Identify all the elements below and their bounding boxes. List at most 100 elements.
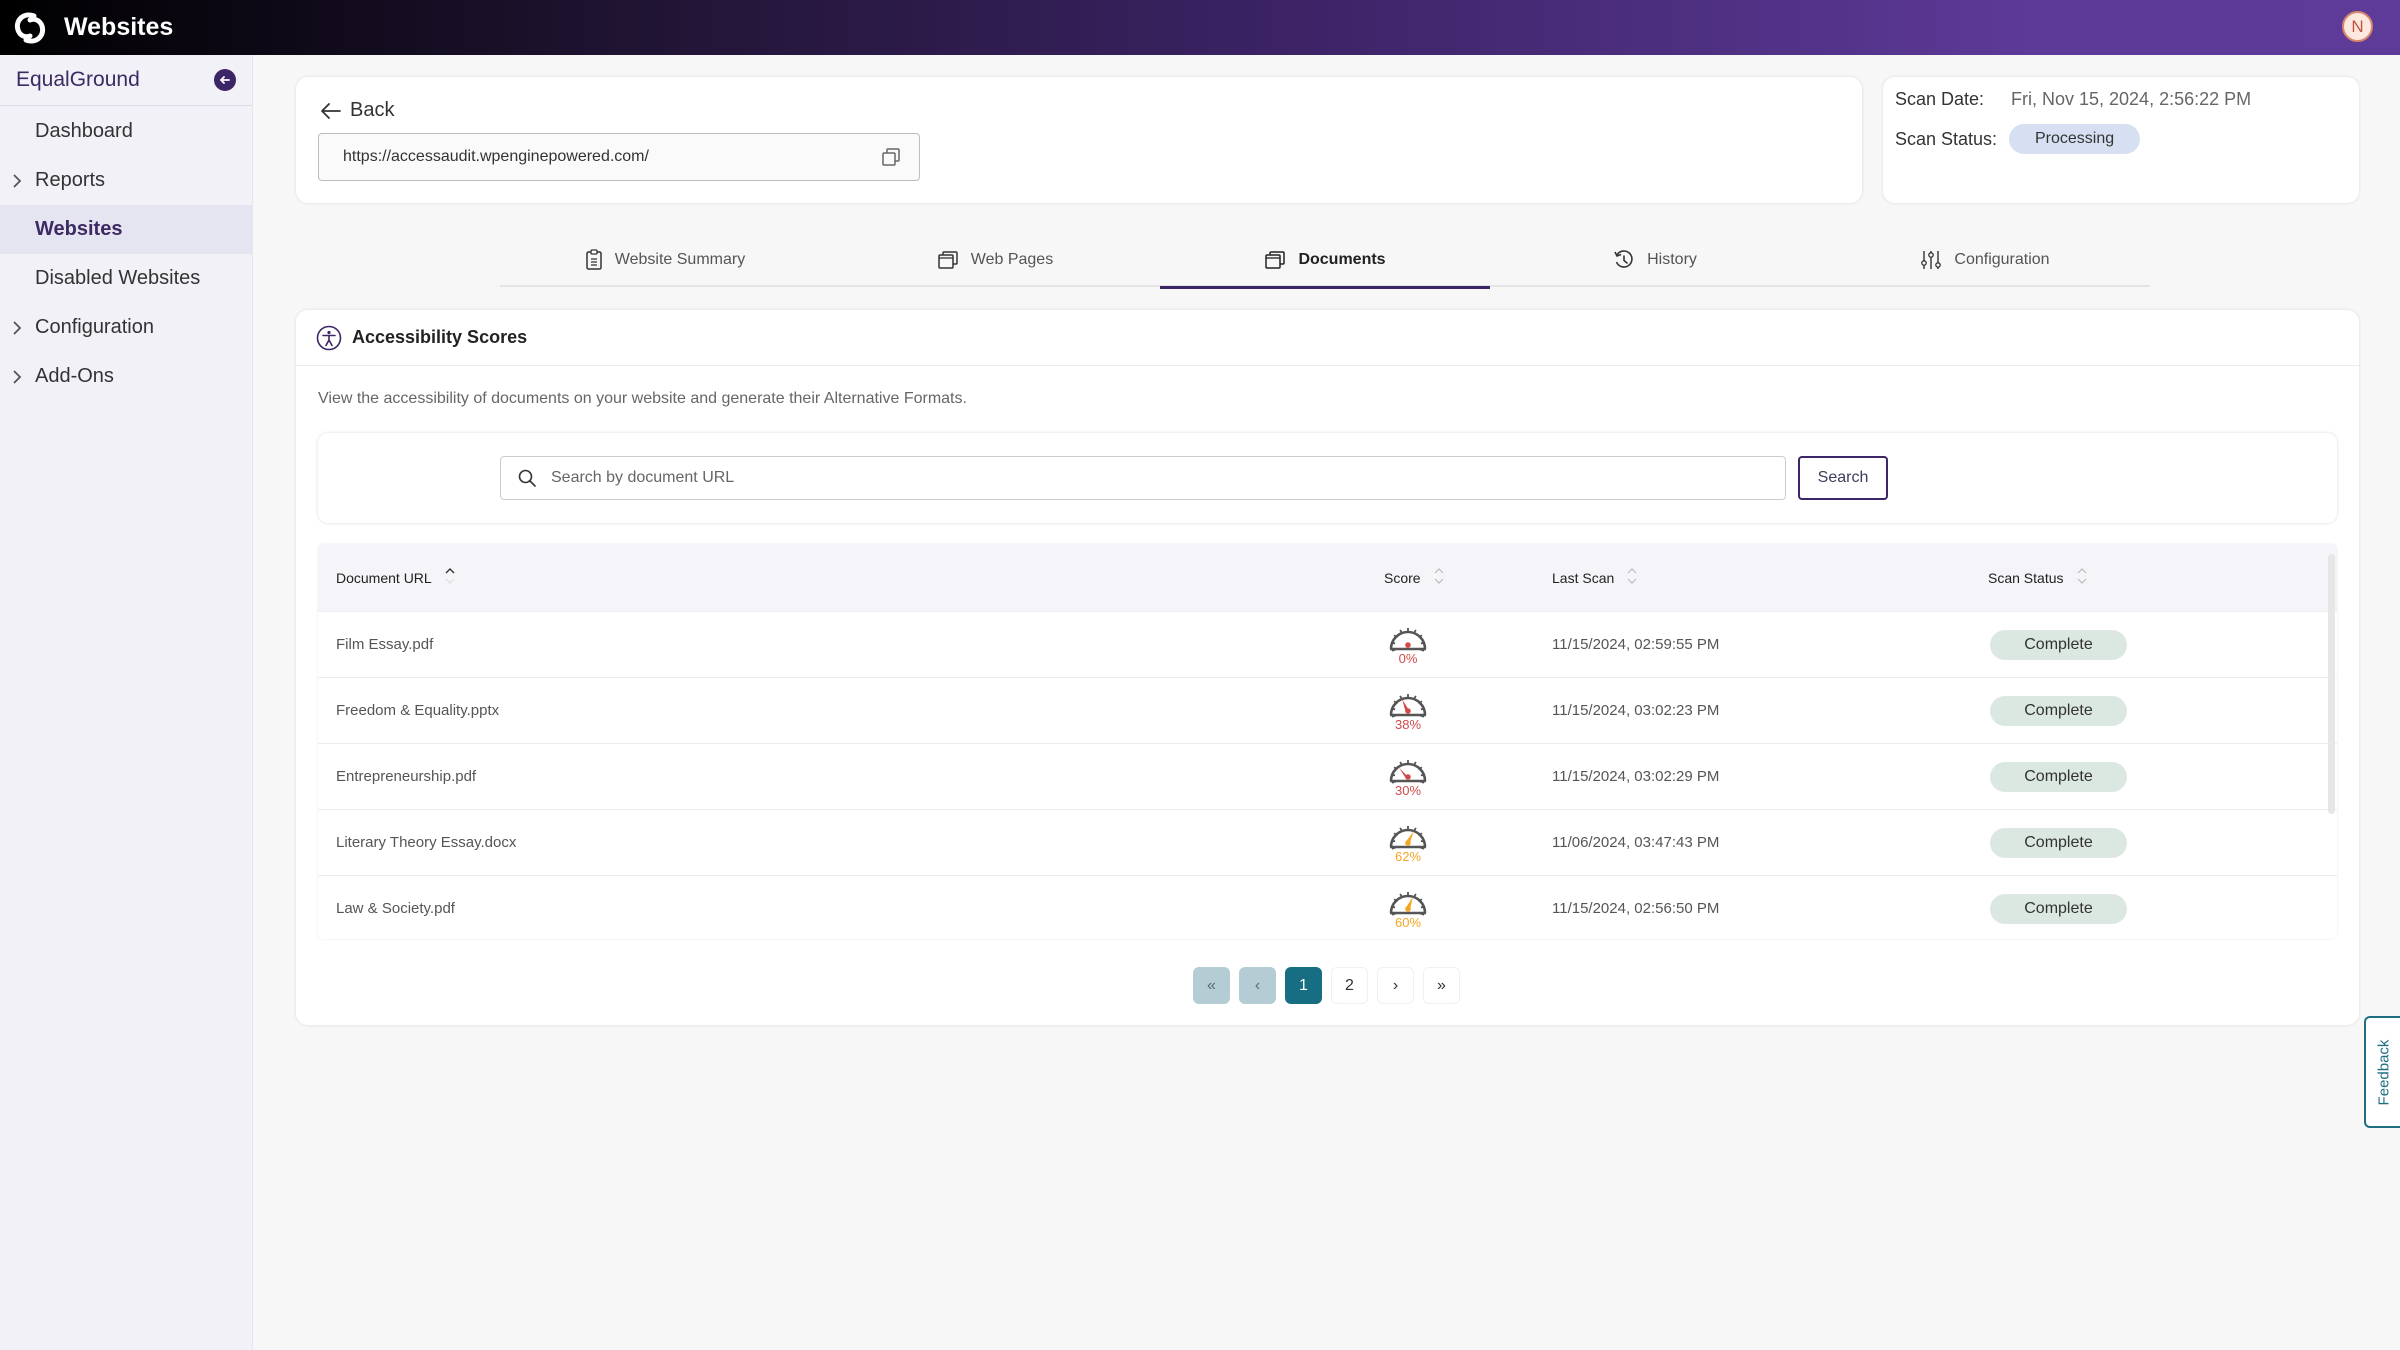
arrow-left-icon <box>321 102 341 119</box>
sidebar-item-disabled-websites[interactable]: Disabled Websites <box>0 254 252 303</box>
sidebar-item-label: Disabled Websites <box>35 267 201 289</box>
back-label: Back <box>350 99 395 121</box>
search-button[interactable]: Search <box>1798 456 1888 500</box>
table-row[interactable]: Freedom & Equality.pptx 38% 11/15/2024, … <box>318 678 2337 744</box>
score-cell: 62% <box>1384 821 1552 864</box>
score-percent: 38% <box>1394 717 1422 732</box>
next-page-button[interactable]: › <box>1377 967 1414 1004</box>
arrow-left-icon <box>219 76 230 84</box>
search-icon <box>518 469 536 487</box>
app-logo-icon[interactable] <box>10 8 50 48</box>
tab-bar: Website Summary Web Pages Documents History… <box>500 232 2150 289</box>
gauge-icon <box>1386 887 1430 917</box>
tab-website-summary[interactable]: Website Summary <box>500 232 830 287</box>
org-name: EqualGround <box>16 68 140 91</box>
last-scan-cell: 11/15/2024, 02:56:50 PM <box>1552 900 1720 917</box>
table-row[interactable]: Law & Society.pdf 60% 11/15/2024, 02:56:… <box>318 876 2337 939</box>
table-row[interactable]: Film Essay.pdf 0% 11/15/2024, 02:59:55 P… <box>318 612 2337 678</box>
scan-status-cell: Complete <box>1988 629 2318 660</box>
chevron-right-icon <box>12 172 22 195</box>
score-gauge: 62% <box>1386 821 1430 864</box>
sidebar-item-configuration[interactable]: Configuration <box>0 303 252 352</box>
sort-icon[interactable] <box>1626 566 1638 589</box>
tab-web-pages[interactable]: Web Pages <box>830 232 1160 287</box>
score-cell: 60% <box>1384 887 1552 930</box>
scan-date-row: Scan Date: Fri, Nov 15, 2024, 2:56:22 PM <box>1895 89 2251 110</box>
score-cell: 30% <box>1384 755 1552 798</box>
page-2-button[interactable]: 2 <box>1331 967 1368 1004</box>
clipboard-icon <box>585 248 615 271</box>
sidebar-item-dashboard[interactable]: Dashboard <box>0 107 252 156</box>
document-url-cell[interactable]: Literary Theory Essay.docx <box>318 834 1384 851</box>
sort-asc-icon[interactable] <box>444 566 456 589</box>
gauge-icon <box>1386 755 1430 785</box>
pages-icon <box>937 250 971 270</box>
document-url-cell[interactable]: Film Essay.pdf <box>318 636 1384 653</box>
table-row[interactable]: Literary Theory Essay.docx 62% 11/06/202… <box>318 810 2337 876</box>
document-url-cell[interactable]: Law & Society.pdf <box>318 900 1384 917</box>
scan-status-row: Scan Status: Processing <box>1895 124 2141 154</box>
status-badge: Complete <box>1990 761 2127 792</box>
column-header-last-scan[interactable]: Last Scan <box>1552 566 1988 589</box>
scan-date-label: Scan Date: <box>1895 89 1985 109</box>
card-description: View the accessibility of documents on y… <box>318 390 967 407</box>
score-percent: 0% <box>1398 651 1418 666</box>
score-gauge: 38% <box>1386 689 1430 732</box>
tab-configuration[interactable]: Configuration <box>1820 232 2150 287</box>
feedback-tab[interactable]: Feedback <box>2364 1016 2400 1128</box>
copy-icon[interactable] <box>881 147 901 172</box>
sidebar-item-add-ons[interactable]: Add-Ons <box>0 352 252 401</box>
website-url-text: https://accessaudit.wpenginepowered.com/ <box>343 148 649 165</box>
back-link[interactable]: Back <box>320 99 394 122</box>
column-header-score[interactable]: Score <box>1384 566 1552 589</box>
collapse-sidebar-button[interactable] <box>214 69 236 91</box>
user-avatar[interactable]: N <box>2342 11 2373 42</box>
last-page-button[interactable]: » <box>1423 967 1460 1004</box>
top-bar: Websites N <box>0 0 2400 55</box>
column-header-document-url[interactable]: Document URL <box>318 566 1384 589</box>
gauge-icon <box>1386 689 1430 719</box>
scan-status-badge: Processing <box>2009 124 2141 154</box>
score-gauge: 60% <box>1386 887 1430 930</box>
sidebar-item-label: Add-Ons <box>35 365 114 387</box>
document-url-cell[interactable]: Entrepreneurship.pdf <box>318 768 1384 785</box>
search-placeholder: Search by document URL <box>551 469 735 486</box>
sidebar-item-reports[interactable]: Reports <box>0 156 252 205</box>
prev-page-button[interactable]: ‹ <box>1239 967 1276 1004</box>
pagination: «‹ 1 2 ›» <box>1193 967 1460 1004</box>
score-percent: 62% <box>1394 849 1422 864</box>
search-panel: Search by document URL Search <box>318 433 2337 523</box>
score-gauge: 0% <box>1386 623 1430 666</box>
table-body: Film Essay.pdf 0% 11/15/2024, 02:59:55 P… <box>318 612 2337 939</box>
website-url-field[interactable]: https://accessaudit.wpenginepowered.com/ <box>318 133 920 181</box>
scan-status-cell: Complete <box>1988 827 2318 858</box>
first-page-button[interactable]: « <box>1193 967 1230 1004</box>
page-1-button[interactable]: 1 <box>1285 967 1322 1004</box>
tab-documents[interactable]: Documents <box>1160 232 1490 289</box>
tab-label: Configuration <box>1954 250 2050 268</box>
table-header: Document URL Score Last Scan Scan Status <box>318 544 2337 612</box>
tab-label: History <box>1647 250 1697 268</box>
tab-history[interactable]: History <box>1490 232 1820 287</box>
table-scrollbar[interactable] <box>2328 554 2335 814</box>
org-header: EqualGround <box>0 55 252 106</box>
sort-icon[interactable] <box>1433 566 1445 589</box>
gauge-icon <box>1386 623 1430 653</box>
tab-label: Documents <box>1298 250 1386 268</box>
status-badge: Complete <box>1990 629 2127 660</box>
last-scan-cell: 11/15/2024, 03:02:23 PM <box>1552 702 1720 719</box>
sidebar-item-websites[interactable]: Websites <box>0 205 252 254</box>
scan-status-cell: Complete <box>1988 695 2318 726</box>
app-title: Websites <box>64 13 174 41</box>
document-url-cell[interactable]: Freedom & Equality.pptx <box>318 702 1384 719</box>
document-search-input[interactable]: Search by document URL <box>500 456 1786 500</box>
table-row[interactable]: Entrepreneurship.pdf 30% 11/15/2024, 03:… <box>318 744 2337 810</box>
scan-status-cell: Complete <box>1988 893 2318 924</box>
score-percent: 30% <box>1394 783 1422 798</box>
documents-table: Document URL Score Last Scan Scan Status… <box>318 544 2337 939</box>
chevron-right-icon <box>12 368 22 391</box>
sort-icon[interactable] <box>2076 566 2088 589</box>
column-header-scan-status[interactable]: Scan Status <box>1988 566 2318 589</box>
score-cell: 0% <box>1384 623 1552 666</box>
status-badge: Complete <box>1990 893 2127 924</box>
